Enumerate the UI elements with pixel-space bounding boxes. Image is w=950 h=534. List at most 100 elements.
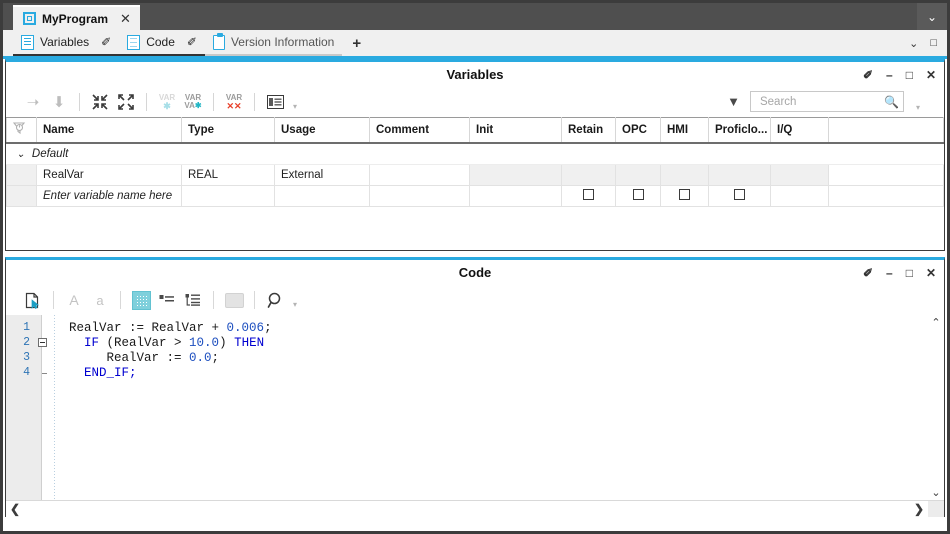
- tab-code[interactable]: Code ✐: [119, 30, 205, 56]
- column-header-filter[interactable]: [7, 118, 37, 144]
- code-panel-controls: ✐ – □ ✕: [863, 260, 936, 285]
- column-header-iq[interactable]: I/Q: [771, 118, 829, 144]
- collapse-all-button[interactable]: [87, 90, 113, 114]
- toolbar-separator: [53, 291, 54, 309]
- find-button[interactable]: [262, 288, 288, 312]
- table-group-row-default[interactable]: ⌄ Default: [7, 143, 944, 164]
- tab-variables[interactable]: Variables ✐: [13, 30, 119, 56]
- move-down-button[interactable]: ⬇: [46, 90, 72, 114]
- search-overflow-button[interactable]: ▾: [916, 104, 920, 112]
- cell-new-variable-name[interactable]: Enter variable name here: [37, 185, 182, 206]
- code-editor[interactable]: 1 RealVar := RealVar + 0.006; 2 IF (Real…: [6, 315, 944, 517]
- column-header-proficloud[interactable]: Proficlo...: [709, 118, 771, 144]
- document-tab-myprogram[interactable]: MyProgram ✕: [13, 5, 140, 30]
- expand-all-button[interactable]: [113, 90, 139, 114]
- lowercase-button[interactable]: a: [87, 288, 113, 312]
- column-header-retain[interactable]: Retain: [562, 118, 616, 144]
- vertical-scrollbar[interactable]: ⌃ ⌄: [928, 315, 944, 502]
- delete-variable-button[interactable]: VAR ✕✕: [221, 90, 247, 114]
- expand-arrows-icon: [118, 94, 134, 110]
- horizontal-scrollbar[interactable]: ❮ ❯: [6, 500, 944, 517]
- group-label: Default: [32, 148, 68, 160]
- editor-tab-overflow-button[interactable]: ⌄: [909, 37, 918, 50]
- cell-name[interactable]: RealVar: [37, 164, 182, 185]
- fold-collapse-icon[interactable]: [38, 338, 47, 347]
- search-input[interactable]: [758, 95, 884, 109]
- fold-column[interactable]: [34, 338, 50, 347]
- cell-opc[interactable]: [616, 164, 661, 185]
- add-tab-button[interactable]: +: [342, 35, 371, 52]
- move-up-button[interactable]: ➝: [20, 90, 46, 114]
- uppercase-button[interactable]: A: [61, 288, 87, 312]
- cell-init[interactable]: [470, 164, 562, 185]
- column-header-name[interactable]: Name: [37, 118, 182, 144]
- filter-icon[interactable]: ▼: [727, 95, 740, 108]
- toolbar-overflow-button[interactable]: ▾: [293, 103, 297, 111]
- document-tab-overflow-button[interactable]: ⌄: [917, 3, 947, 30]
- add-variable-button[interactable]: VAR ✱: [154, 90, 180, 114]
- code-line[interactable]: 2 IF (RealVar > 10.0) THEN: [6, 335, 944, 350]
- minimize-icon[interactable]: –: [886, 267, 893, 279]
- code-line[interactable]: 4 END_IF;: [6, 365, 944, 380]
- maximize-icon[interactable]: □: [906, 69, 913, 81]
- cell-usage[interactable]: External: [275, 164, 370, 185]
- group-row-cell[interactable]: ⌄ Default: [7, 143, 944, 164]
- toggle-outline-button[interactable]: [180, 288, 206, 312]
- pin-icon[interactable]: ✐: [863, 69, 873, 81]
- column-header-init[interactable]: Init: [470, 118, 562, 144]
- minimize-icon[interactable]: –: [886, 69, 893, 81]
- close-icon[interactable]: ✕: [120, 12, 131, 25]
- cell-type[interactable]: [182, 185, 275, 206]
- cell-hmi[interactable]: [661, 185, 709, 206]
- cell-type[interactable]: REAL: [182, 164, 275, 185]
- cell-comment[interactable]: [370, 185, 470, 206]
- checkbox-proficloud[interactable]: [734, 189, 745, 200]
- toggle-bookmark-button[interactable]: [154, 288, 180, 312]
- cell-retain[interactable]: [562, 185, 616, 206]
- close-icon[interactable]: ✕: [926, 69, 936, 81]
- column-header-type[interactable]: Type: [182, 118, 275, 144]
- column-header-usage[interactable]: Usage: [275, 118, 370, 144]
- scroll-left-button[interactable]: ❮: [6, 503, 24, 515]
- pin-icon-code[interactable]: ✐: [187, 35, 197, 49]
- properties-button[interactable]: [262, 90, 288, 114]
- tab-version-information[interactable]: Version Information: [205, 30, 342, 56]
- search-box[interactable]: 🔍: [750, 91, 904, 112]
- cell-hmi[interactable]: [661, 164, 709, 185]
- scroll-up-button[interactable]: ⌃: [931, 315, 940, 332]
- clipboard-icon: [213, 35, 225, 50]
- pin-icon[interactable]: ✐: [863, 267, 873, 279]
- editor-restore-button[interactable]: □: [930, 37, 937, 49]
- column-header-hmi[interactable]: HMI: [661, 118, 709, 144]
- code-toolbar-overflow-button[interactable]: ▾: [293, 301, 297, 309]
- goto-definition-button[interactable]: [20, 288, 46, 312]
- cell-iq[interactable]: [771, 185, 829, 206]
- row-handle[interactable]: [7, 164, 37, 185]
- block-comment-button[interactable]: [221, 288, 247, 312]
- table-row[interactable]: RealVar REAL External: [7, 164, 944, 185]
- close-icon[interactable]: ✕: [926, 267, 936, 279]
- cell-proficloud[interactable]: [709, 164, 771, 185]
- insert-variable-button[interactable]: VAR VA✱: [180, 90, 206, 114]
- pin-icon-variables[interactable]: ✐: [101, 35, 111, 49]
- cell-opc[interactable]: [616, 185, 661, 206]
- checkbox-opc[interactable]: [633, 189, 644, 200]
- code-line[interactable]: 1 RealVar := RealVar + 0.006;: [6, 320, 944, 335]
- cell-usage[interactable]: [275, 185, 370, 206]
- search-filter-icon[interactable]: 🔍: [884, 96, 899, 108]
- column-header-comment[interactable]: Comment: [370, 118, 470, 144]
- toggle-whitespace-button[interactable]: [128, 288, 154, 312]
- cell-init[interactable]: [470, 185, 562, 206]
- table-row[interactable]: Enter variable name here: [7, 185, 944, 206]
- checkbox-retain[interactable]: [583, 189, 594, 200]
- cell-comment[interactable]: [370, 164, 470, 185]
- column-header-opc[interactable]: OPC: [616, 118, 661, 144]
- chevron-down-icon[interactable]: ⌄: [17, 149, 25, 160]
- maximize-icon[interactable]: □: [906, 267, 913, 279]
- code-line[interactable]: 3 RealVar := 0.0;: [6, 350, 944, 365]
- cell-proficloud[interactable]: [709, 185, 771, 206]
- row-handle[interactable]: [7, 185, 37, 206]
- cell-retain[interactable]: [562, 164, 616, 185]
- cell-iq[interactable]: [771, 164, 829, 185]
- checkbox-hmi[interactable]: [679, 189, 690, 200]
